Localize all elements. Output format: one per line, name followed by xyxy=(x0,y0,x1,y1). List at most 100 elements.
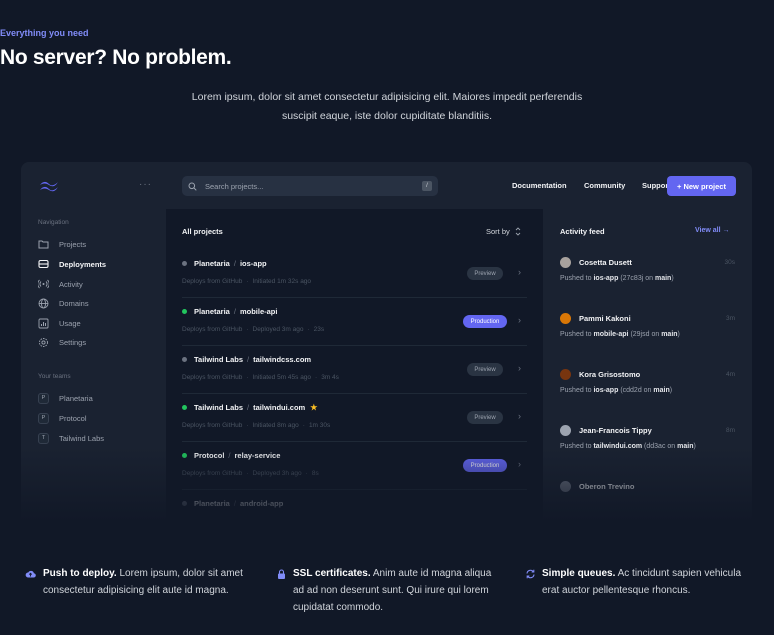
team-initial: T xyxy=(38,432,49,444)
avatar xyxy=(560,481,571,492)
new-project-button[interactable]: + New project xyxy=(667,176,736,196)
project-name: tailwindcss.com xyxy=(253,355,312,364)
feed-text: Pushed to xyxy=(560,331,594,338)
status-dot xyxy=(182,453,187,458)
avatar xyxy=(560,369,571,380)
feed-text: on xyxy=(665,443,678,450)
feed-commit: (29jsd xyxy=(630,331,650,338)
project-row[interactable]: Planetaria / android-app xyxy=(166,499,543,522)
project-team: Planetaria xyxy=(194,259,230,268)
feed-item: Kora Grisostomo 4m Pushed to ios-app (cd… xyxy=(560,369,735,409)
feature-text: Anim aute id magna aliqua xyxy=(372,568,492,579)
project-row[interactable]: Tailwind Labs / tailwindui.com ★ Deploys… xyxy=(166,403,543,451)
feature-simple-queues: Simple queues. Ac tincidunt sapien vehic… xyxy=(525,565,765,599)
sidebar-item-label: Deployments xyxy=(59,259,107,269)
feed-time: 4m xyxy=(725,371,735,378)
feature-text: erat auctor pellentesque rhoncus. xyxy=(542,585,691,596)
sidebar-item-activity[interactable]: Activity xyxy=(38,276,83,292)
divider xyxy=(182,441,527,442)
documentation-link[interactable]: Documentation xyxy=(512,181,567,190)
status-dot xyxy=(182,405,187,410)
sidebar-team-tailwind-labs[interactable]: T Tailwind Labs xyxy=(38,430,104,446)
logo-icon xyxy=(40,181,58,192)
feed-repo[interactable]: mobile-api xyxy=(593,331,628,338)
feed-text: on xyxy=(649,331,662,338)
community-link[interactable]: Community xyxy=(584,181,625,190)
feed-text: ) xyxy=(677,331,680,338)
chevron-right-icon: › xyxy=(518,267,521,277)
feed-time: 30s xyxy=(724,259,735,266)
feature-title: Simple queues. xyxy=(542,568,616,579)
sidebar-item-projects[interactable]: Projects xyxy=(38,236,86,252)
more-options-icon[interactable]: ··· xyxy=(139,179,152,190)
project-row[interactable]: Planetaria / ios-app Deploys from GitHub… xyxy=(166,259,543,307)
view-all-link[interactable]: View all → xyxy=(695,227,730,234)
feed-repo[interactable]: tailwindui.com xyxy=(593,443,642,450)
sidebar-item-domains[interactable]: Domains xyxy=(38,295,89,311)
environment-badge: Production xyxy=(463,459,507,472)
status-dot xyxy=(182,501,187,506)
feed-repo[interactable]: ios-app xyxy=(593,275,618,282)
search-shortcut-key: / xyxy=(422,181,432,191)
sidebar-item-deployments[interactable]: Deployments xyxy=(38,256,106,272)
search-box[interactable]: / xyxy=(182,176,438,196)
signal-icon xyxy=(38,279,49,290)
feed-item: Pammi Kakoni 3m Pushed to mobile-api (29… xyxy=(560,313,735,353)
main-panel: / Documentation Community Support + New … xyxy=(166,162,752,522)
project-when: Deployed 3h ago xyxy=(252,470,302,477)
feature-text: consectetur adipisicing elit aute id mag… xyxy=(43,585,229,596)
chevron-right-icon: › xyxy=(518,363,521,373)
sidebar-item-usage[interactable]: Usage xyxy=(38,315,81,331)
avatar xyxy=(560,313,571,324)
feed-time: 3m xyxy=(725,315,735,322)
project-duration: 8s xyxy=(311,470,319,477)
project-row[interactable]: Protocol / relay-service Deploys from Gi… xyxy=(166,451,543,499)
feed-user-name: Oberon Trevino xyxy=(579,482,635,491)
project-row[interactable]: Planetaria / mobile-api Deploys from Git… xyxy=(166,307,543,355)
refresh-icon xyxy=(526,569,535,579)
feed-commit: (27c83j xyxy=(620,275,644,282)
chevron-up-down-icon xyxy=(515,227,521,236)
sidebar-item-settings[interactable]: Settings xyxy=(38,334,86,350)
section-lede: Lorem ipsum, dolor sit amet consectetur … xyxy=(191,91,583,122)
sidebar-team-protocol[interactable]: P Protocol xyxy=(38,410,87,426)
feed-branch: main xyxy=(661,331,678,338)
feed-text: ) xyxy=(671,275,674,282)
feed-branch: main xyxy=(677,443,694,450)
feed-time: 8m xyxy=(725,427,735,434)
divider xyxy=(182,297,527,298)
sidebar-item-label: Usage xyxy=(59,318,81,328)
feed-text: Pushed to xyxy=(560,275,594,282)
feed-user-name: Kora Grisostomo xyxy=(579,370,641,379)
feed-user-name: Jean-Francois Tippy xyxy=(579,426,652,435)
project-when: Initiated 8m ago xyxy=(252,422,299,429)
project-duration: 1m 30s xyxy=(308,422,331,429)
feed-text: Pushed to xyxy=(560,443,594,450)
search-input[interactable] xyxy=(205,181,405,191)
project-row[interactable]: Tailwind Labs / tailwindcss.com Deploys … xyxy=(166,355,543,403)
team-name: Planetaria xyxy=(59,393,93,403)
star-icon: ★ xyxy=(310,403,318,412)
feed-user-name: Pammi Kakoni xyxy=(579,314,631,323)
team-initial: P xyxy=(38,412,49,424)
project-team: Planetaria xyxy=(194,499,230,508)
feed-text: on xyxy=(641,387,654,394)
team-initial: P xyxy=(38,392,49,404)
folder-icon xyxy=(38,239,49,250)
environment-badge: Preview xyxy=(467,363,503,376)
feed-repo[interactable]: ios-app xyxy=(593,387,618,394)
feed-commit: (dd3ac xyxy=(644,443,666,450)
feature-title: SSL certificates. xyxy=(293,568,371,579)
feature-push-to-deploy: Push to deploy. Lorem ipsum, dolor sit a… xyxy=(25,565,255,599)
feature-text: Ac tincidunt sapien vehicula xyxy=(617,568,742,579)
sort-by-button[interactable]: Sort by xyxy=(486,227,522,236)
divider xyxy=(182,345,527,346)
sidebar-team-planetaria[interactable]: P Planetaria xyxy=(38,390,93,406)
chart-bar-icon xyxy=(38,318,49,329)
teams-section-label: Your teams xyxy=(38,373,71,380)
sidebar-item-label: Domains xyxy=(59,298,89,308)
project-team: Protocol xyxy=(194,451,225,460)
section-headline: No server? No problem. xyxy=(0,46,232,69)
project-team: Tailwind Labs xyxy=(194,403,244,412)
project-source: Deploys from GitHub xyxy=(182,326,243,333)
